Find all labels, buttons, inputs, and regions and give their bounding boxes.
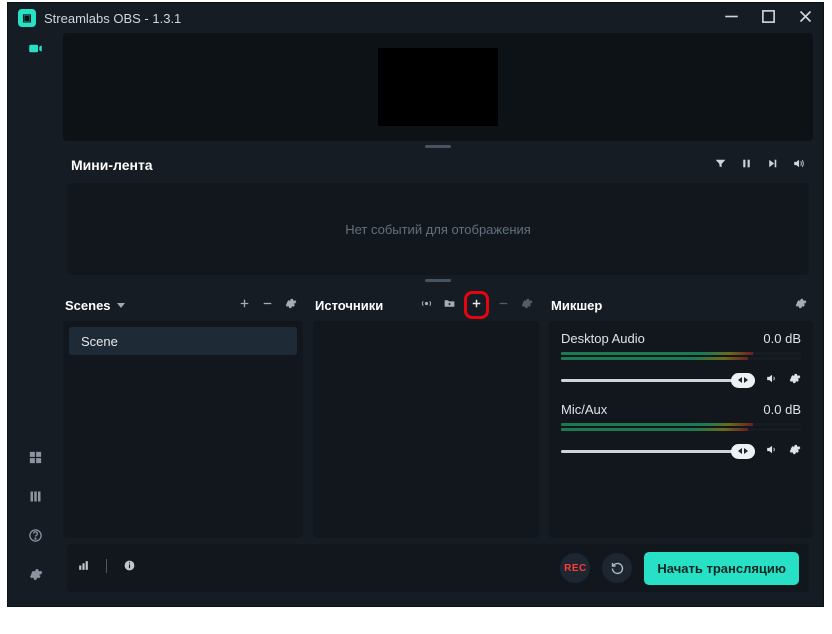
help-icon[interactable] — [28, 528, 43, 547]
track-settings-icon[interactable] — [788, 443, 801, 459]
titlebar: ▣ Streamlabs OBS - 1.3.1 — [8, 3, 823, 33]
minimize-button[interactable] — [724, 9, 739, 27]
dashboard-icon[interactable] — [28, 450, 43, 469]
main: Мини-лента Нет событий для отображения — [63, 33, 823, 606]
sources-heading: Источники — [315, 298, 383, 313]
mixer-item-name: Desktop Audio — [561, 331, 645, 346]
minifeed-empty-label: Нет событий для отображения — [345, 222, 531, 237]
minifeed-heading: Мини-лента — [71, 157, 153, 173]
scene-item[interactable]: Scene — [69, 327, 297, 355]
track-settings-icon[interactable] — [788, 372, 801, 388]
resize-grip-2[interactable] — [63, 275, 813, 285]
stats-icon[interactable] — [77, 559, 90, 577]
maximize-button[interactable] — [761, 9, 776, 27]
mixer-panel: Микшер Desktop Audio 0.0 dB — [549, 289, 813, 538]
add-broadcast-source-icon[interactable] — [420, 297, 433, 313]
settings-icon[interactable] — [28, 567, 43, 586]
scenes-heading: Scenes — [65, 298, 111, 313]
mixer-item: Desktop Audio 0.0 dB — [561, 331, 801, 388]
volume-icon[interactable] — [792, 157, 805, 173]
skip-icon[interactable] — [766, 157, 779, 173]
record-button[interactable]: REC — [560, 553, 590, 583]
add-source-button[interactable] — [464, 291, 489, 319]
editor-icon[interactable] — [28, 43, 43, 60]
mixer-settings-button[interactable] — [794, 297, 807, 313]
filter-icon[interactable] — [714, 157, 727, 173]
pause-icon[interactable] — [740, 157, 753, 173]
minifeed-body: Нет событий для отображения — [67, 183, 809, 275]
info-icon[interactable] — [123, 559, 136, 577]
resize-grip[interactable] — [63, 141, 813, 151]
mixer-heading: Микшер — [551, 298, 602, 313]
app-logo-icon: ▣ — [18, 9, 36, 27]
scenes-dropdown[interactable]: Scenes — [65, 298, 125, 313]
minifeed-panel: Мини-лента Нет событий для отображения — [63, 151, 813, 275]
audio-meter — [561, 423, 801, 426]
replay-button[interactable] — [602, 553, 632, 583]
bottombar: REC Начать трансляцию — [67, 544, 809, 592]
close-button[interactable] — [798, 9, 813, 27]
library-icon[interactable] — [28, 489, 43, 508]
audio-meter — [561, 352, 801, 355]
mute-icon[interactable] — [765, 372, 778, 388]
mute-icon[interactable] — [765, 443, 778, 459]
remove-scene-button[interactable] — [261, 297, 274, 313]
go-live-button[interactable]: Начать трансляцию — [644, 552, 799, 585]
chevron-down-icon — [117, 303, 125, 308]
window: ▣ Streamlabs OBS - 1.3.1 — [7, 2, 824, 607]
preview-canvas[interactable] — [378, 48, 498, 126]
sources-panel: Источники — [313, 289, 539, 538]
divider — [106, 559, 107, 573]
volume-slider[interactable] — [561, 379, 755, 382]
add-scene-button[interactable] — [238, 297, 251, 313]
add-folder-source-icon[interactable] — [443, 297, 456, 313]
mixer-item-level: 0.0 dB — [763, 402, 801, 417]
audio-meter — [561, 357, 801, 360]
source-settings-button[interactable] — [520, 297, 533, 313]
remove-source-button[interactable] — [497, 297, 510, 313]
scene-settings-button[interactable] — [284, 297, 297, 313]
volume-slider[interactable] — [561, 450, 755, 453]
window-title: Streamlabs OBS - 1.3.1 — [44, 11, 181, 26]
audio-meter — [561, 428, 801, 431]
scenes-panel: Scenes Scene — [63, 289, 303, 538]
scene-item-label: Scene — [81, 334, 118, 349]
mixer-item: Mic/Aux 0.0 dB — [561, 402, 801, 459]
mixer-item-level: 0.0 dB — [763, 331, 801, 346]
sidebar — [8, 33, 63, 606]
sources-body — [313, 321, 539, 538]
mixer-item-name: Mic/Aux — [561, 402, 607, 417]
preview-area — [63, 33, 813, 141]
